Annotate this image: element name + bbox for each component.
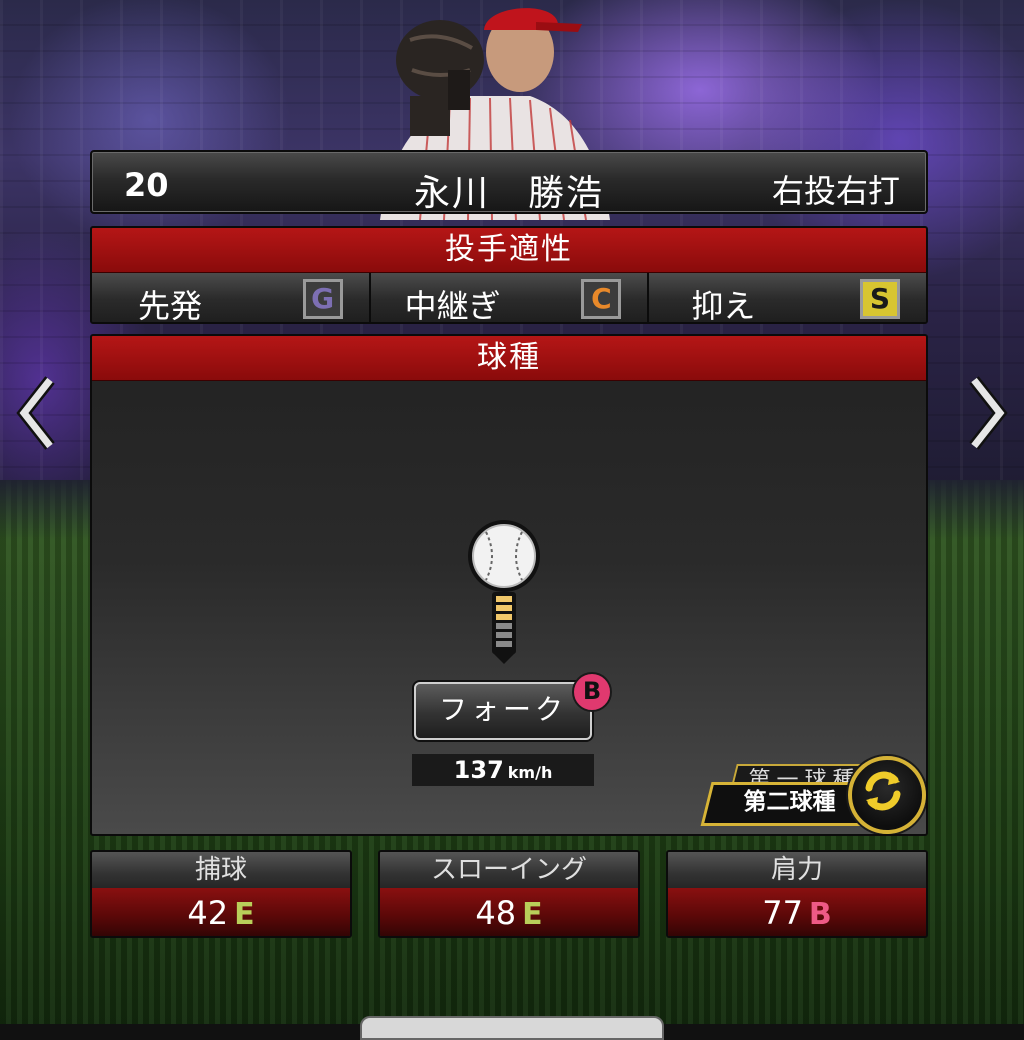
chevron-right-icon[interactable] bbox=[962, 376, 1010, 450]
stat-value: 48 bbox=[475, 894, 517, 932]
second-pitch-tab-label: 第二球種 bbox=[743, 789, 836, 815]
handedness: 右投右打 bbox=[771, 172, 900, 210]
grade-badge: S bbox=[860, 279, 901, 319]
aptitude-label: 先発 bbox=[138, 287, 203, 324]
break-bar-empty bbox=[496, 632, 512, 638]
aptitude-title: 投手適性 bbox=[92, 228, 926, 273]
pitch-types-panel: 球種 フォーク B 137 km/h 第一球種 第二球種 bbox=[90, 334, 928, 836]
player-header: 20 永川 勝浩 右投右打 bbox=[90, 150, 928, 214]
break-bar-filled bbox=[496, 614, 512, 620]
stat-catching: 捕球 42 E bbox=[90, 850, 352, 938]
break-bar-empty bbox=[496, 623, 512, 629]
speed-value: 137 bbox=[453, 756, 504, 784]
baseball-icon bbox=[468, 520, 540, 664]
aptitude-label: 中継ぎ bbox=[404, 287, 501, 324]
stat-grade: E bbox=[522, 897, 543, 932]
stat-label: スローイング bbox=[380, 852, 638, 888]
stat-grade: B bbox=[808, 897, 832, 932]
grade-badge: G bbox=[302, 279, 343, 319]
stat-value-row: 77 B bbox=[668, 888, 926, 936]
chevron-left-icon[interactable] bbox=[14, 376, 62, 450]
stat-grade: E bbox=[234, 897, 255, 932]
stat-throwing: スローイング 48 E bbox=[378, 850, 640, 938]
stat-label: 捕球 bbox=[92, 852, 350, 888]
pitcher-aptitude-panel: 投手適性 先発 G 中継ぎ C 抑え S bbox=[90, 226, 928, 324]
pitch-types-title: 球種 bbox=[92, 336, 926, 381]
aptitude-reliever: 中継ぎ C bbox=[370, 273, 650, 324]
aptitude-closer: 抑え S bbox=[649, 273, 926, 324]
break-bar-filled bbox=[496, 605, 512, 611]
swap-icon bbox=[865, 771, 901, 811]
stat-arm-strength: 肩力 77 B bbox=[666, 850, 928, 938]
pitch-speed: 137 km/h bbox=[412, 754, 594, 786]
grade-badge: C bbox=[581, 279, 622, 319]
aptitude-label: 抑え bbox=[691, 287, 756, 324]
stat-value-row: 48 E bbox=[380, 888, 638, 936]
stat-value-row: 42 E bbox=[92, 888, 350, 936]
pitch-grade-badge: B bbox=[572, 672, 612, 712]
stat-label: 肩力 bbox=[668, 852, 926, 888]
break-bar-filled bbox=[496, 596, 512, 602]
stat-value: 77 bbox=[762, 894, 803, 932]
pitch-name-button[interactable]: フォーク bbox=[414, 682, 592, 740]
swap-pitch-button[interactable] bbox=[848, 756, 926, 834]
break-bar-empty bbox=[496, 641, 512, 647]
aptitude-starter: 先発 G bbox=[92, 273, 371, 324]
speed-unit: km/h bbox=[507, 763, 553, 782]
bottom-tab-handle[interactable] bbox=[360, 1016, 664, 1040]
stat-value: 42 bbox=[187, 894, 229, 932]
